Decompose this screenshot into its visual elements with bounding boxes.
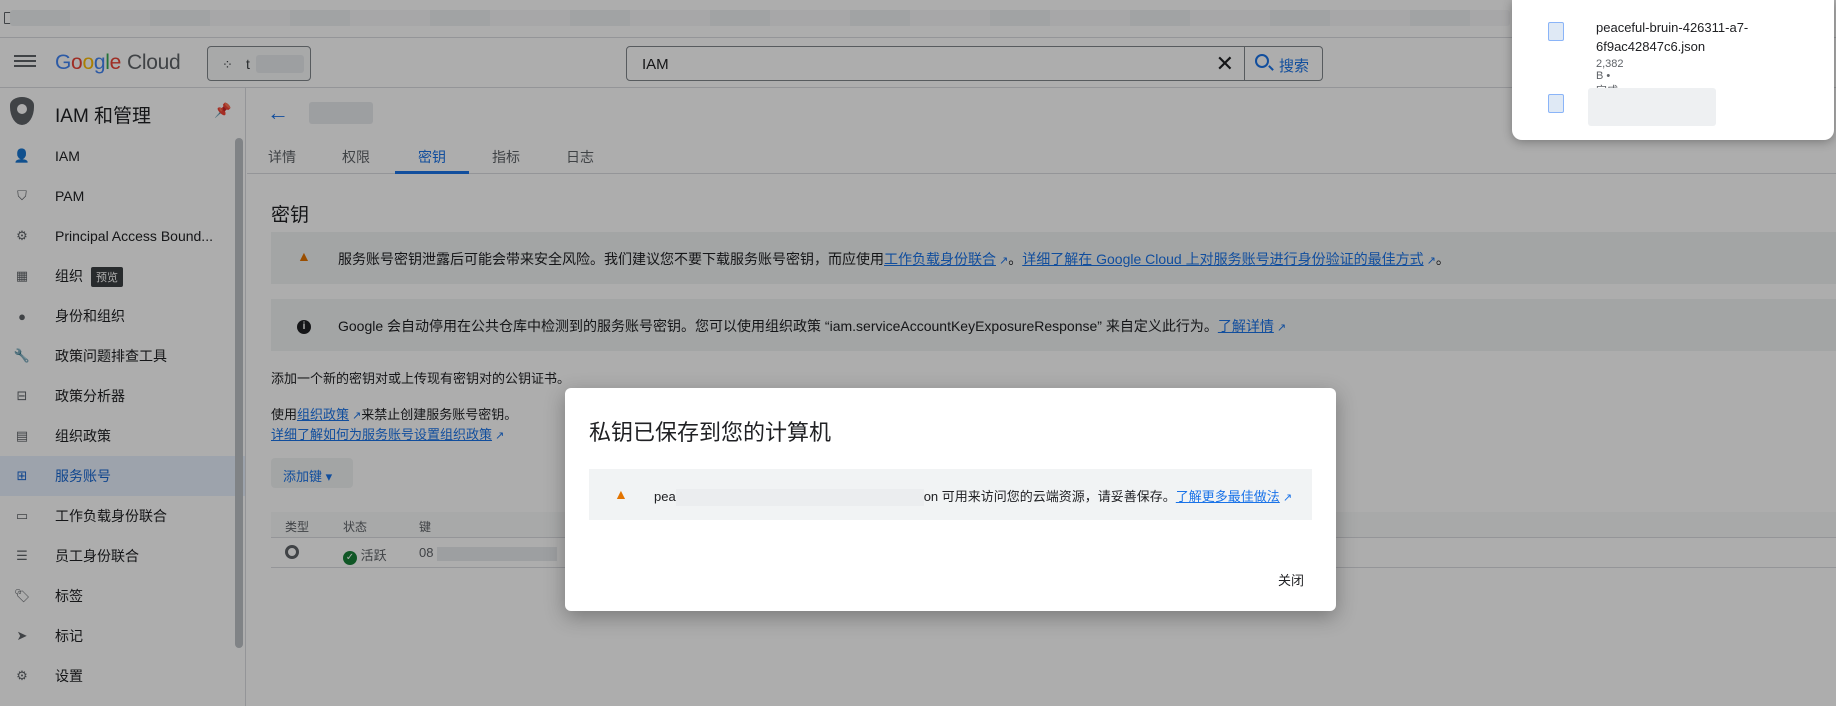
external-link-icon: ↗ bbox=[1282, 492, 1293, 504]
dialog-title: 私钥已保存到您的计算机 bbox=[589, 420, 832, 445]
downloads-popup: peaceful-bruin-426311-a7-6f9ac42847c6.js… bbox=[1512, 0, 1834, 140]
close-button[interactable]: 关闭 bbox=[1278, 570, 1304, 589]
best-practices-link[interactable]: 了解更多最佳做法 bbox=[1176, 489, 1280, 504]
warning-icon: ▲ bbox=[614, 486, 628, 502]
dialog-warning: ▲ pea on 可用来访问您的云端资源，请妥善保存。了解更多最佳做法 ↗ bbox=[589, 469, 1312, 520]
redacted-download bbox=[1588, 88, 1716, 126]
json-file-icon bbox=[1548, 22, 1564, 41]
key-saved-dialog: 私钥已保存到您的计算机 ▲ pea on 可用来访问您的云端资源，请妥善保存。了解… bbox=[565, 388, 1336, 611]
file-icon bbox=[1548, 94, 1564, 113]
redacted-filename bbox=[675, 489, 924, 507]
download-filename: peaceful-bruin-426311-a7-6f9ac42847c6.js… bbox=[1596, 20, 1749, 54]
